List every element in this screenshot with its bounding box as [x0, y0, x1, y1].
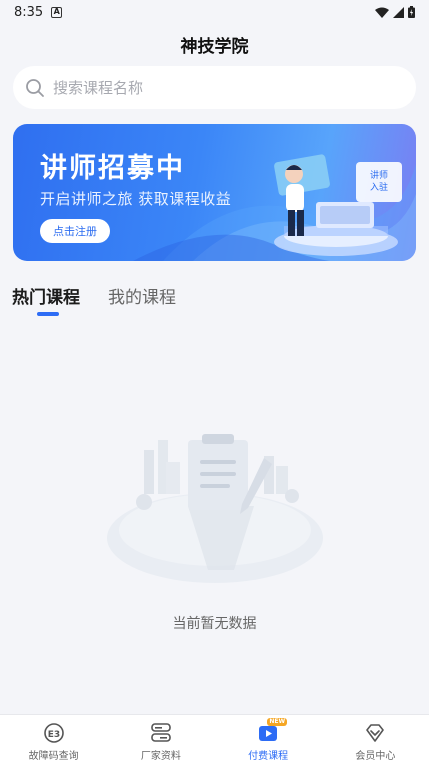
battery-icon: [408, 6, 415, 18]
banner-subtitle: 开启讲师之旅 获取课程收益: [40, 190, 232, 208]
bottom-nav: E3 故障码查询 厂家资料 NEW 付费课程 会员中心: [0, 714, 429, 762]
banner-title: 讲师招募中: [40, 153, 185, 184]
diamond-icon: [364, 722, 386, 744]
tab-hot-courses[interactable]: 热门课程: [12, 283, 80, 308]
svg-text:E3: E3: [47, 730, 59, 740]
lecturer-illustration: 讲师 入驻: [256, 124, 416, 261]
nav-label-manufacturer: 厂家资料: [140, 751, 181, 762]
nav-label-member-center: 会员中心: [355, 751, 396, 762]
video-course-icon: NEW: [257, 718, 288, 744]
e3-code-icon: E3: [43, 722, 65, 744]
server-icon: [150, 722, 172, 744]
signal-icon: [393, 6, 404, 18]
wifi-icon: [375, 7, 389, 18]
tab-active-indicator: [37, 312, 59, 316]
nav-item-fault-code[interactable]: E3 故障码查询: [0, 715, 107, 762]
tab-my-courses[interactable]: 我的课程: [108, 283, 176, 308]
register-button[interactable]: 点击注册: [40, 219, 110, 243]
search-input[interactable]: 搜索课程名称: [53, 77, 143, 98]
nav-label-fault-code: 故障码查询: [28, 751, 79, 762]
nav-item-paid-courses[interactable]: NEW 付费课程: [215, 715, 322, 762]
empty-illustration: [104, 430, 326, 594]
page-title: 神技学院: [180, 37, 249, 57]
nav-item-manufacturer[interactable]: 厂家资料: [107, 715, 214, 762]
nav-item-member-center[interactable]: 会员中心: [322, 715, 429, 762]
empty-state-text: 当前暂无数据: [172, 616, 257, 632]
new-badge: NEW: [267, 718, 288, 726]
status-left: 8:35 A: [14, 4, 63, 20]
status-time: 8:35: [14, 4, 44, 20]
banner-card-text: 讲师 入驻: [360, 170, 398, 194]
search-icon: [26, 78, 44, 97]
banner-card-line1: 讲师: [369, 171, 388, 181]
status-bar: 8:35 A: [0, 0, 429, 24]
status-right: [375, 6, 415, 18]
notification-icon: A: [51, 6, 63, 18]
banner-card-line2: 入驻: [369, 183, 388, 193]
nav-label-paid-courses: 付费课程: [248, 751, 289, 762]
recruit-banner[interactable]: 讲师招募中 开启讲师之旅 获取课程收益 点击注册 讲师 入驻: [13, 124, 416, 261]
search-bar[interactable]: 搜索课程名称: [13, 66, 416, 109]
